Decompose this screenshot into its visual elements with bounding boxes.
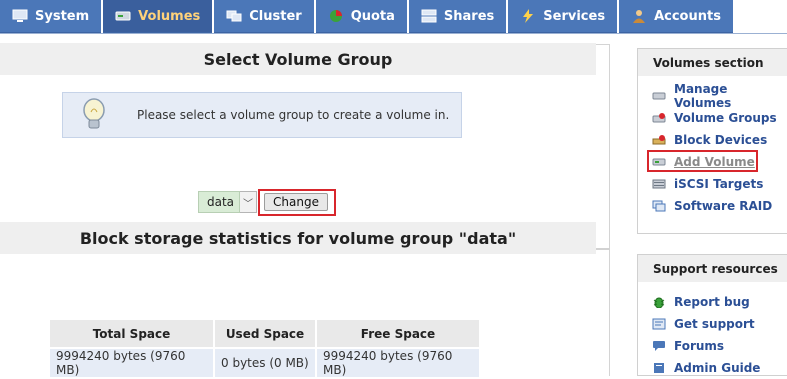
tab-label: Quota: [350, 8, 395, 24]
top-navigation: System Volumes Cluster Quota Shares Serv…: [0, 0, 787, 34]
table-row: 9994240 bytes (9760 MB) 0 bytes (0 MB) 9…: [50, 349, 479, 377]
sidebar-item-iscsi-targets[interactable]: iSCSI Targets: [652, 173, 787, 195]
lightbulb-icon: [81, 98, 107, 132]
tab-label: Services: [543, 8, 606, 24]
info-box: Please select a volume group to create a…: [62, 92, 462, 138]
total-space-value: 9994240 bytes (9760 MB): [50, 349, 213, 377]
tab-volumes[interactable]: Volumes: [103, 0, 213, 34]
volume-group-select[interactable]: data ﹀: [198, 191, 257, 213]
shares-icon: [421, 9, 437, 23]
tab-cluster[interactable]: Cluster: [214, 0, 314, 34]
sidebar-item-label: Forums: [674, 339, 725, 353]
header-free-space: Free Space: [317, 320, 479, 347]
sidebar-item-label: Get support: [674, 317, 755, 331]
tab-services[interactable]: Services: [508, 0, 618, 34]
sidebar-item-forums[interactable]: Forums: [652, 335, 787, 357]
chevron-down-icon[interactable]: ﹀: [240, 191, 257, 213]
services-icon: [520, 9, 536, 23]
raid-icon: [652, 200, 666, 212]
sidebar-item-label: Volume Groups: [674, 111, 777, 125]
sidebar-item-software-raid[interactable]: Software RAID: [652, 195, 787, 217]
add-volume-highlight: [647, 150, 758, 172]
sidebar-item-manage-volumes[interactable]: Manage Volumes: [652, 82, 787, 110]
cluster-icon: [226, 9, 242, 23]
system-icon: [12, 9, 28, 23]
sidebar-item-label: iSCSI Targets: [674, 177, 764, 191]
statistics-table: Total Space Used Space Free Space 999424…: [48, 318, 481, 379]
tab-label: System: [35, 8, 90, 24]
tab-label: Shares: [443, 8, 495, 24]
sidebar-item-block-devices[interactable]: Block Devices: [652, 129, 787, 151]
volumes-icon: [115, 9, 131, 23]
tab-label: Volumes: [138, 8, 201, 24]
sidebar-item-label: Block Devices: [674, 133, 768, 147]
sidebar-item-label: Manage Volumes: [674, 82, 732, 110]
sidebar-item-get-support[interactable]: Get support: [652, 313, 787, 335]
support-resources-panel: Support resources Report bug Get support…: [637, 254, 787, 376]
sidebar-item-label: Report bug: [674, 295, 750, 309]
block-storage-statistics-title: Block storage statistics for volume grou…: [0, 222, 596, 254]
tab-label: Accounts: [654, 8, 721, 24]
tab-shares[interactable]: Shares: [408, 0, 507, 34]
change-button[interactable]: Change: [264, 193, 328, 211]
volume-groups-icon: [652, 112, 666, 124]
tab-label: Cluster: [249, 8, 302, 24]
header-total-space: Total Space: [50, 320, 213, 347]
free-space-value: 9994240 bytes (9760 MB): [317, 349, 479, 377]
select-volume-group-title: Select Volume Group: [0, 43, 596, 75]
disk-icon: [652, 90, 666, 102]
tab-accounts[interactable]: Accounts: [619, 0, 733, 34]
tab-system[interactable]: System: [0, 0, 102, 34]
volumes-section-title: Volumes section: [638, 49, 787, 76]
tab-quota[interactable]: Quota: [315, 0, 407, 34]
accounts-icon: [631, 9, 647, 23]
iscsi-icon: [652, 178, 666, 190]
block-devices-icon: [652, 134, 666, 146]
sidebar-item-label: Software RAID: [674, 199, 773, 213]
bug-icon: [652, 296, 666, 308]
used-space-value: 0 bytes (0 MB): [215, 349, 315, 377]
info-message: Please select a volume group to create a…: [137, 108, 450, 122]
volume-group-select-value[interactable]: data: [198, 191, 240, 213]
forums-icon: [652, 340, 666, 352]
support-resources-title: Support resources: [638, 255, 787, 282]
tab-underline: [0, 33, 787, 34]
volumes-section-panel: Volumes section Manage Volumes Volume Gr…: [637, 48, 787, 234]
tab-bar: System Volumes Cluster Quota Shares Serv…: [0, 0, 735, 34]
support-icon: [652, 318, 666, 330]
table-header-row: Total Space Used Space Free Space: [50, 320, 479, 347]
sidebar-item-label: Admin Guide: [674, 361, 761, 375]
header-used-space: Used Space: [215, 320, 315, 347]
sidebar-item-volume-groups[interactable]: Volume Groups: [652, 107, 787, 129]
quota-icon: [328, 9, 344, 23]
guide-icon: [652, 362, 666, 374]
sidebar-item-report-bug[interactable]: Report bug: [652, 291, 787, 313]
